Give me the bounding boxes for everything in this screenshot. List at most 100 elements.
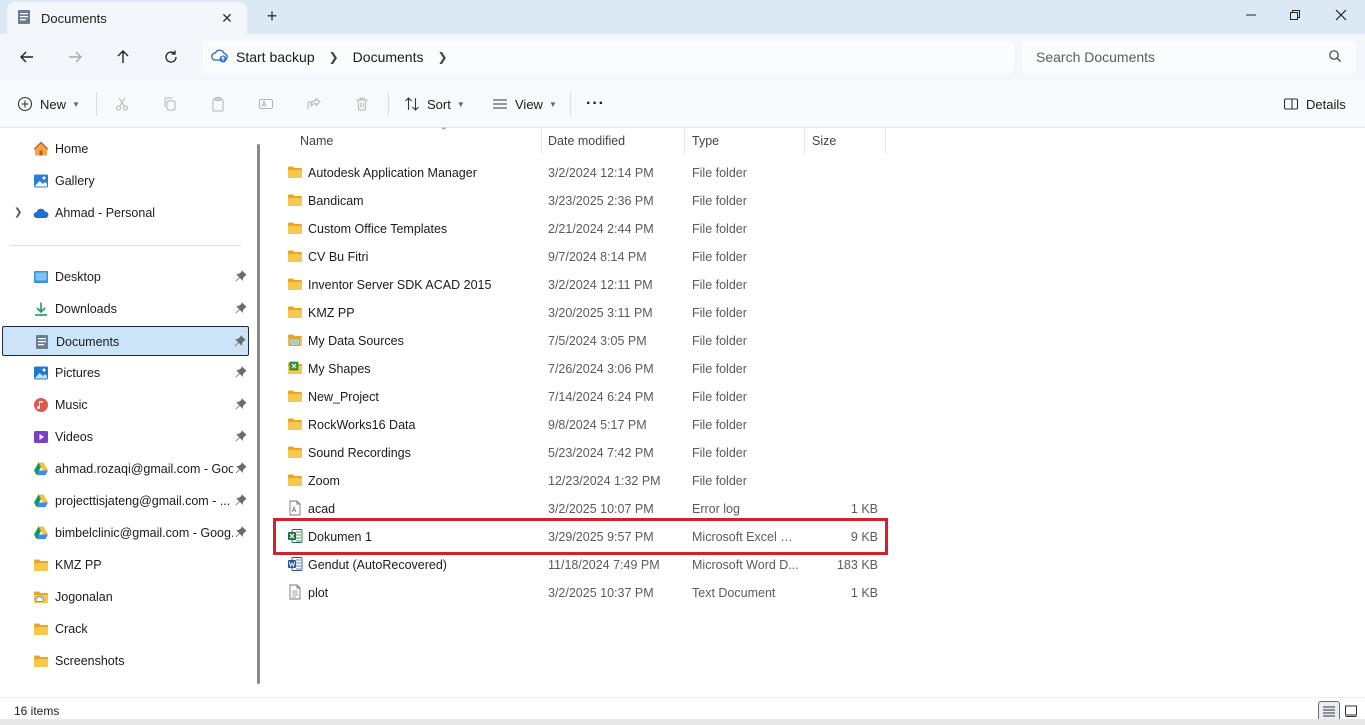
details-pane-button[interactable]: Details (1283, 92, 1346, 116)
sidebar-item-gdrive-2[interactable]: projecttisjateng@gmail.com - ... ( (2, 486, 249, 516)
chevron-down-icon: ▼ (456, 99, 465, 109)
file-name: RockWorks16 Data (308, 418, 416, 432)
column-header-type[interactable]: Type (684, 128, 805, 154)
file-type: File folder (692, 418, 747, 432)
file-row[interactable]: My Shapes 7/26/2024 3:06 PM File folder (276, 354, 886, 382)
tab-title: Documents (41, 10, 107, 26)
new-tab-button[interactable]: + (262, 6, 282, 26)
sidebar-scrollbar[interactable] (257, 144, 260, 684)
sidebar-item-jogonalan[interactable]: Jogonalan (2, 582, 249, 612)
sidebar-item-pictures[interactable]: Pictures (2, 358, 249, 388)
sidebar-item-home[interactable]: Home (2, 134, 249, 164)
column-header-name[interactable]: ⌃ Name (292, 126, 542, 154)
file-row[interactable]: plot 3/2/2025 10:37 PM Text Document 1 KB (276, 578, 886, 606)
sidebar-item-gdrive-1[interactable]: ahmad.rozaqi@gmail.com - Google Drive (2, 454, 249, 484)
back-button[interactable] (12, 42, 42, 72)
pin-icon[interactable] (235, 302, 247, 317)
chevron-right-icon[interactable]: ❯ (329, 50, 339, 64)
minimize-button[interactable] (1228, 0, 1274, 30)
file-size: 183 KB (836, 558, 878, 572)
breadcrumb-documents[interactable]: Documents (353, 49, 424, 65)
file-type: Error log (692, 502, 740, 516)
up-button[interactable] (108, 42, 138, 72)
file-row[interactable]: Custom Office Templates 2/21/2024 2:44 PM… (276, 214, 886, 242)
tiles-view-button[interactable] (1340, 701, 1362, 721)
more-options-button[interactable]: ··· (586, 92, 605, 116)
sidebar-item-gdrive-3[interactable]: bimbelclinic@gmail.com - Goog... (2, 518, 249, 548)
sidebar-item-videos[interactable]: Videos (2, 422, 249, 452)
sidebar-item-documents[interactable]: Documents (2, 326, 249, 356)
file-name: Inventor Server SDK ACAD 2015 (308, 278, 492, 292)
folder-icon (287, 304, 303, 320)
copy-button[interactable] (162, 92, 178, 116)
column-header-size[interactable]: Size (804, 128, 886, 154)
paste-button[interactable] (210, 92, 226, 116)
sidebar-item-downloads[interactable]: Downloads (2, 294, 249, 324)
cut-button[interactable] (114, 92, 130, 116)
file-row[interactable]: KMZ PP 3/20/2025 3:11 PM File folder (276, 298, 886, 326)
file-row[interactable]: My Data Sources 7/5/2024 3:05 PM File fold… (276, 326, 886, 354)
file-row[interactable]: CV Bu Fitri 9/7/2024 8:14 PM File folder (276, 242, 886, 270)
file-row[interactable]: RockWorks16 Data 9/8/2024 5:17 PM File fol… (276, 410, 886, 438)
file-date: 9/8/2024 5:17 PM (548, 418, 647, 432)
search-icon[interactable] (1328, 49, 1342, 66)
file-row[interactable]: Bandicam 3/23/2025 2:36 PM File folder (276, 186, 886, 214)
new-button[interactable]: New ▼ (17, 92, 80, 116)
file-row[interactable]: Sound Recordings 5/23/2024 7:42 PM File fo… (276, 438, 886, 466)
file-name: Zoom (308, 474, 340, 488)
sidebar-item-onedrive[interactable]: ❯ Ahmad - Personal (2, 198, 249, 228)
sidebar-item-kmz-pp[interactable]: KMZ PP (2, 550, 249, 580)
column-header-date[interactable]: Date modified (540, 128, 685, 154)
file-row[interactable]: Inventor Server SDK ACAD 2015 3/2/2024 12… (276, 270, 886, 298)
sidebar-item-screenshots[interactable]: Screenshots (2, 646, 249, 676)
close-window-button[interactable] (1318, 0, 1364, 30)
file-type: File folder (692, 306, 747, 320)
music-icon (33, 397, 49, 413)
folder-icon (287, 388, 303, 404)
scissors-icon (116, 97, 128, 111)
sidebar-item-desktop[interactable]: Desktop (2, 262, 249, 292)
breadcrumb-start-backup[interactable]: Start backup (236, 49, 315, 65)
details-view-button[interactable] (1318, 701, 1340, 721)
view-button[interactable]: View ▼ (492, 92, 557, 116)
title-bar: Documents ✕ + (0, 0, 1365, 34)
share-button[interactable] (306, 92, 322, 116)
sidebar-item-label: Home (55, 142, 89, 156)
toolbar-divider (96, 92, 97, 116)
sidebar-item-gallery[interactable]: Gallery (2, 166, 249, 196)
refresh-button[interactable] (156, 42, 186, 72)
file-row[interactable]: New_Project 7/14/2024 6:24 PM File folder (276, 382, 886, 410)
search-input[interactable]: Search Documents (1022, 41, 1356, 73)
file-date: 3/2/2024 12:11 PM (548, 278, 653, 292)
file-type: Text Document (692, 586, 776, 600)
file-type: File folder (692, 194, 747, 208)
file-row[interactable]: Zoom 12/23/2024 1:32 PM File folder (276, 466, 886, 494)
tiles-view-icon (1345, 705, 1357, 717)
file-date: 5/23/2024 7:42 PM (548, 446, 654, 460)
tab-documents[interactable]: Documents ✕ (7, 2, 247, 34)
chevron-right-icon[interactable]: ❯ (14, 207, 22, 218)
chevron-right-icon[interactable]: ❯ (437, 50, 447, 64)
pin-icon[interactable] (235, 494, 247, 509)
pin-icon[interactable] (235, 430, 247, 445)
delete-button[interactable] (354, 92, 370, 116)
log-file-icon (287, 500, 303, 516)
sort-button[interactable]: Sort ▼ (404, 92, 465, 116)
sort-icon (405, 97, 419, 111)
breadcrumb[interactable]: Start backup ❯ Documents ❯ (203, 41, 1014, 73)
pin-icon[interactable] (235, 462, 247, 477)
pin-icon[interactable] (235, 526, 247, 541)
pin-icon[interactable] (235, 270, 247, 285)
close-tab-icon[interactable]: ✕ (217, 10, 237, 27)
forward-button[interactable] (60, 42, 90, 72)
sidebar-item-music[interactable]: Music (2, 390, 249, 420)
rename-button[interactable] (258, 92, 274, 116)
pin-icon[interactable] (235, 398, 247, 413)
sidebar-item-crack[interactable]: Crack (2, 614, 249, 644)
pin-icon[interactable] (234, 335, 246, 350)
column-label: Name (300, 134, 334, 148)
maximize-button[interactable] (1272, 0, 1318, 30)
file-date: 7/14/2024 6:24 PM (548, 390, 654, 404)
pin-icon[interactable] (235, 366, 247, 381)
file-row[interactable]: Autodesk Application Manager 3/2/2024 12:… (276, 158, 886, 186)
